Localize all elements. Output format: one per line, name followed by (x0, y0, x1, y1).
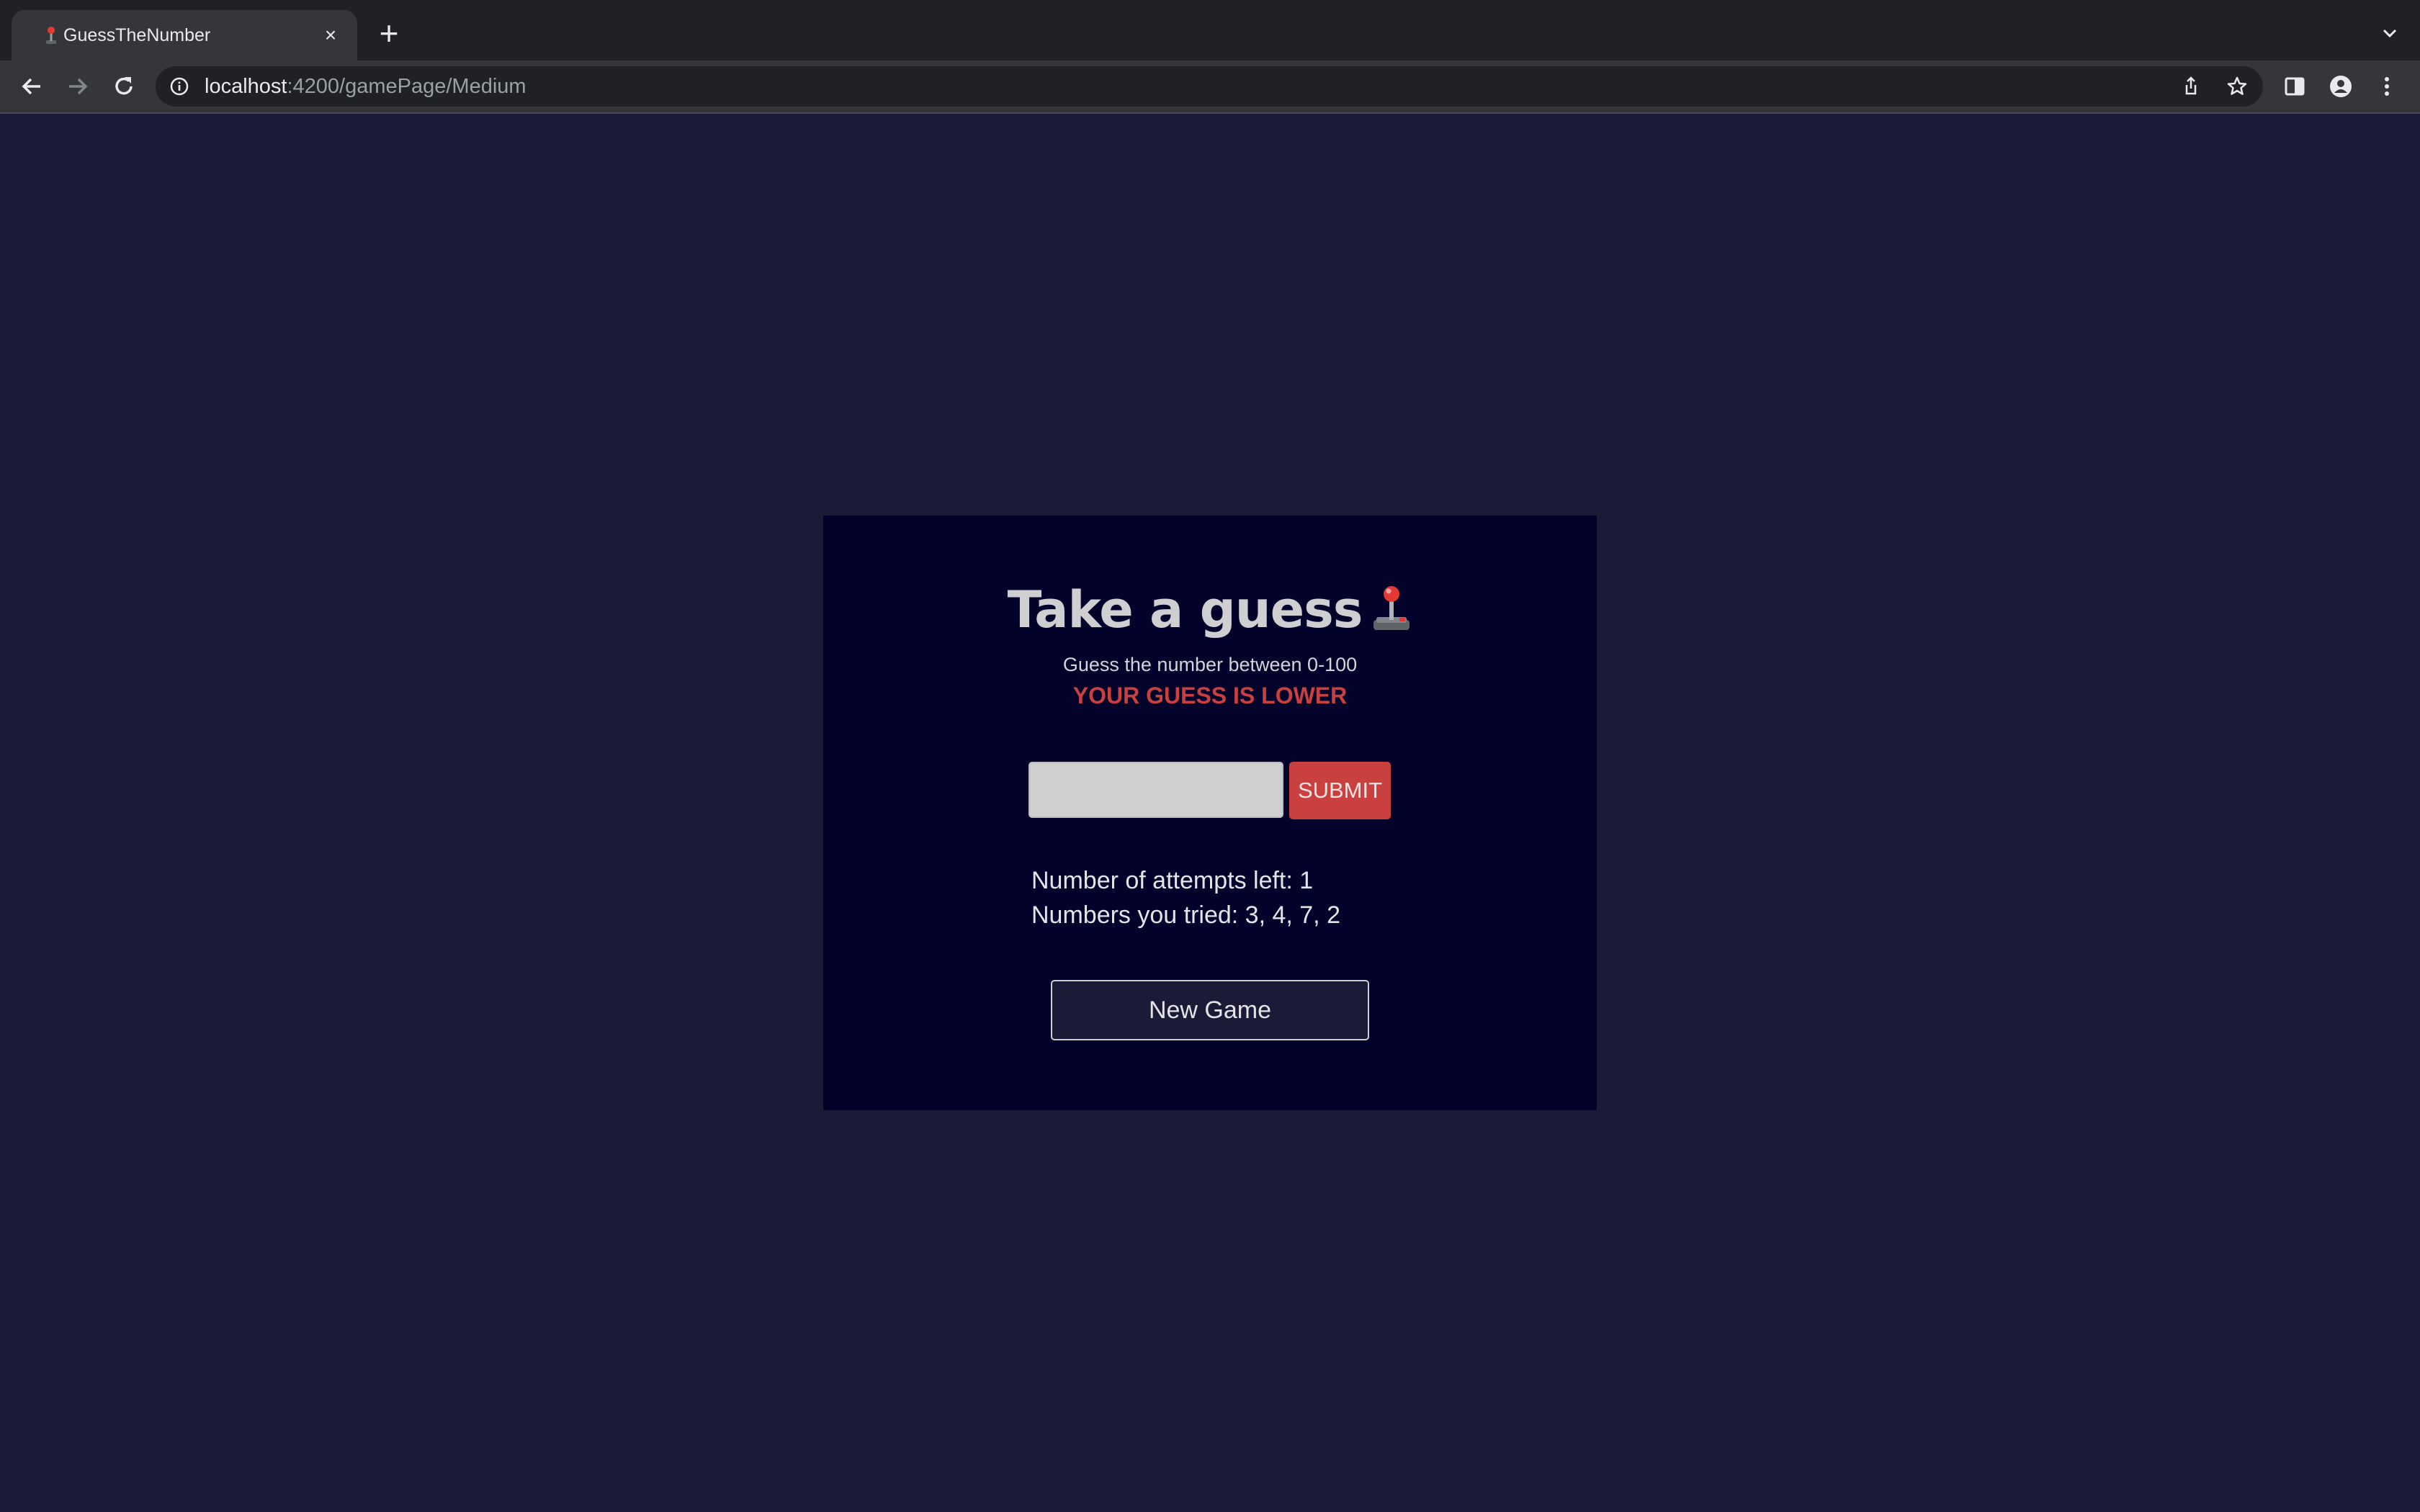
subtitle: Guess the number between 0-100 (1062, 654, 1358, 675)
browser-toolbar: localhost:4200/gamePage/Medium (0, 60, 2420, 112)
title-text: Take a guess (1007, 580, 1363, 639)
joystick-favicon-icon (46, 27, 56, 44)
active-tab[interactable]: GuessTheNumber × (12, 10, 357, 60)
guess-input[interactable] (1028, 762, 1283, 818)
tab-close-icon[interactable]: × (320, 24, 341, 46)
page-title: Take a guess (823, 580, 1597, 639)
site-info-icon[interactable] (169, 76, 190, 97)
bookmark-star-icon[interactable] (2226, 75, 2249, 98)
toolbar-divider (0, 112, 2420, 114)
url-host: localhost (205, 75, 287, 98)
game-card: Take a guess Guess the number between 0-… (823, 516, 1597, 1110)
more-menu-icon[interactable] (2374, 73, 2400, 99)
guess-feedback: YOUR GUESS IS LOWER (1072, 683, 1348, 708)
numbers-tried-text: Numbers you tried: 3, 4, 7, 2 (1031, 901, 1340, 929)
address-bar[interactable]: localhost:4200/gamePage/Medium (156, 66, 2263, 107)
tab-strip: GuessTheNumber × + (0, 0, 2420, 60)
tab-title: GuessTheNumber (63, 25, 211, 45)
back-button[interactable] (16, 71, 48, 102)
tab-search-chevron-icon[interactable] (2375, 19, 2404, 48)
forward-button[interactable] (62, 71, 94, 102)
submit-button[interactable]: SUBMIT (1289, 762, 1391, 819)
new-tab-button[interactable]: + (375, 17, 403, 50)
share-icon[interactable] (2179, 75, 2202, 98)
url-path: :4200/gamePage/Medium (287, 75, 526, 98)
side-panel-icon[interactable] (2282, 73, 2308, 99)
reload-button[interactable] (108, 71, 140, 102)
attempts-left-text: Number of attempts left: 1 (1031, 867, 1314, 894)
joystick-icon (1373, 586, 1410, 630)
url-text[interactable]: localhost:4200/gamePage/Medium (205, 66, 526, 107)
forward-arrow-icon (69, 78, 88, 95)
profile-avatar-icon[interactable] (2328, 73, 2354, 99)
back-arrow-icon (22, 78, 40, 95)
new-game-button[interactable]: New Game (1051, 980, 1369, 1040)
reload-icon (115, 77, 133, 95)
